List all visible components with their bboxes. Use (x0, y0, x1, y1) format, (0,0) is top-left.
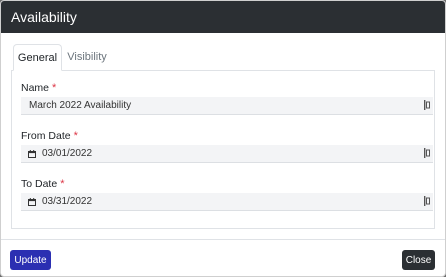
from-date-input[interactable]: 03/01/2022 (21, 145, 433, 163)
password-manager-icon[interactable] (424, 100, 430, 110)
tab-visibility-label: Visibility (67, 51, 107, 63)
required-mark: * (52, 82, 57, 94)
modal-header: Availability (1, 1, 445, 33)
from-date-value: 03/01/2022 (42, 148, 93, 159)
calendar-icon[interactable] (28, 149, 36, 158)
update-button[interactable]: Update (10, 250, 51, 270)
close-button[interactable]: Close (402, 250, 435, 270)
tab-bar: General Visibility (11, 44, 435, 71)
modal-title: Availability (11, 9, 77, 25)
tab-visibility[interactable]: Visibility (62, 44, 112, 70)
to-date-label: To Date * (21, 178, 64, 190)
name-input[interactable]: March 2022 Availability (21, 97, 433, 115)
to-date-input[interactable]: 03/31/2022 (21, 193, 433, 211)
modal-body: General Visibility Name * March 2022 Avai… (11, 44, 435, 229)
required-mark: * (60, 178, 65, 190)
to-date-label-text: To Date (21, 178, 58, 190)
tab-general[interactable]: General (13, 44, 62, 71)
from-date-label: From Date * (21, 130, 78, 142)
availability-modal: Availability General Visibility Name * Ma… (0, 0, 446, 277)
from-date-label-text: From Date (21, 130, 71, 142)
calendar-icon[interactable] (28, 197, 36, 206)
tab-general-label: General (17, 51, 58, 64)
password-manager-icon[interactable] (424, 196, 430, 206)
modal-footer: Update Close (1, 239, 445, 276)
required-mark: * (73, 130, 78, 142)
name-label-text: Name (21, 82, 50, 94)
name-input-value: March 2022 Availability (29, 100, 132, 111)
to-date-value: 03/31/2022 (42, 196, 93, 207)
name-label: Name * (21, 82, 56, 94)
general-panel: Name * March 2022 Availability From Date * (11, 70, 435, 229)
password-manager-icon[interactable] (424, 148, 430, 158)
